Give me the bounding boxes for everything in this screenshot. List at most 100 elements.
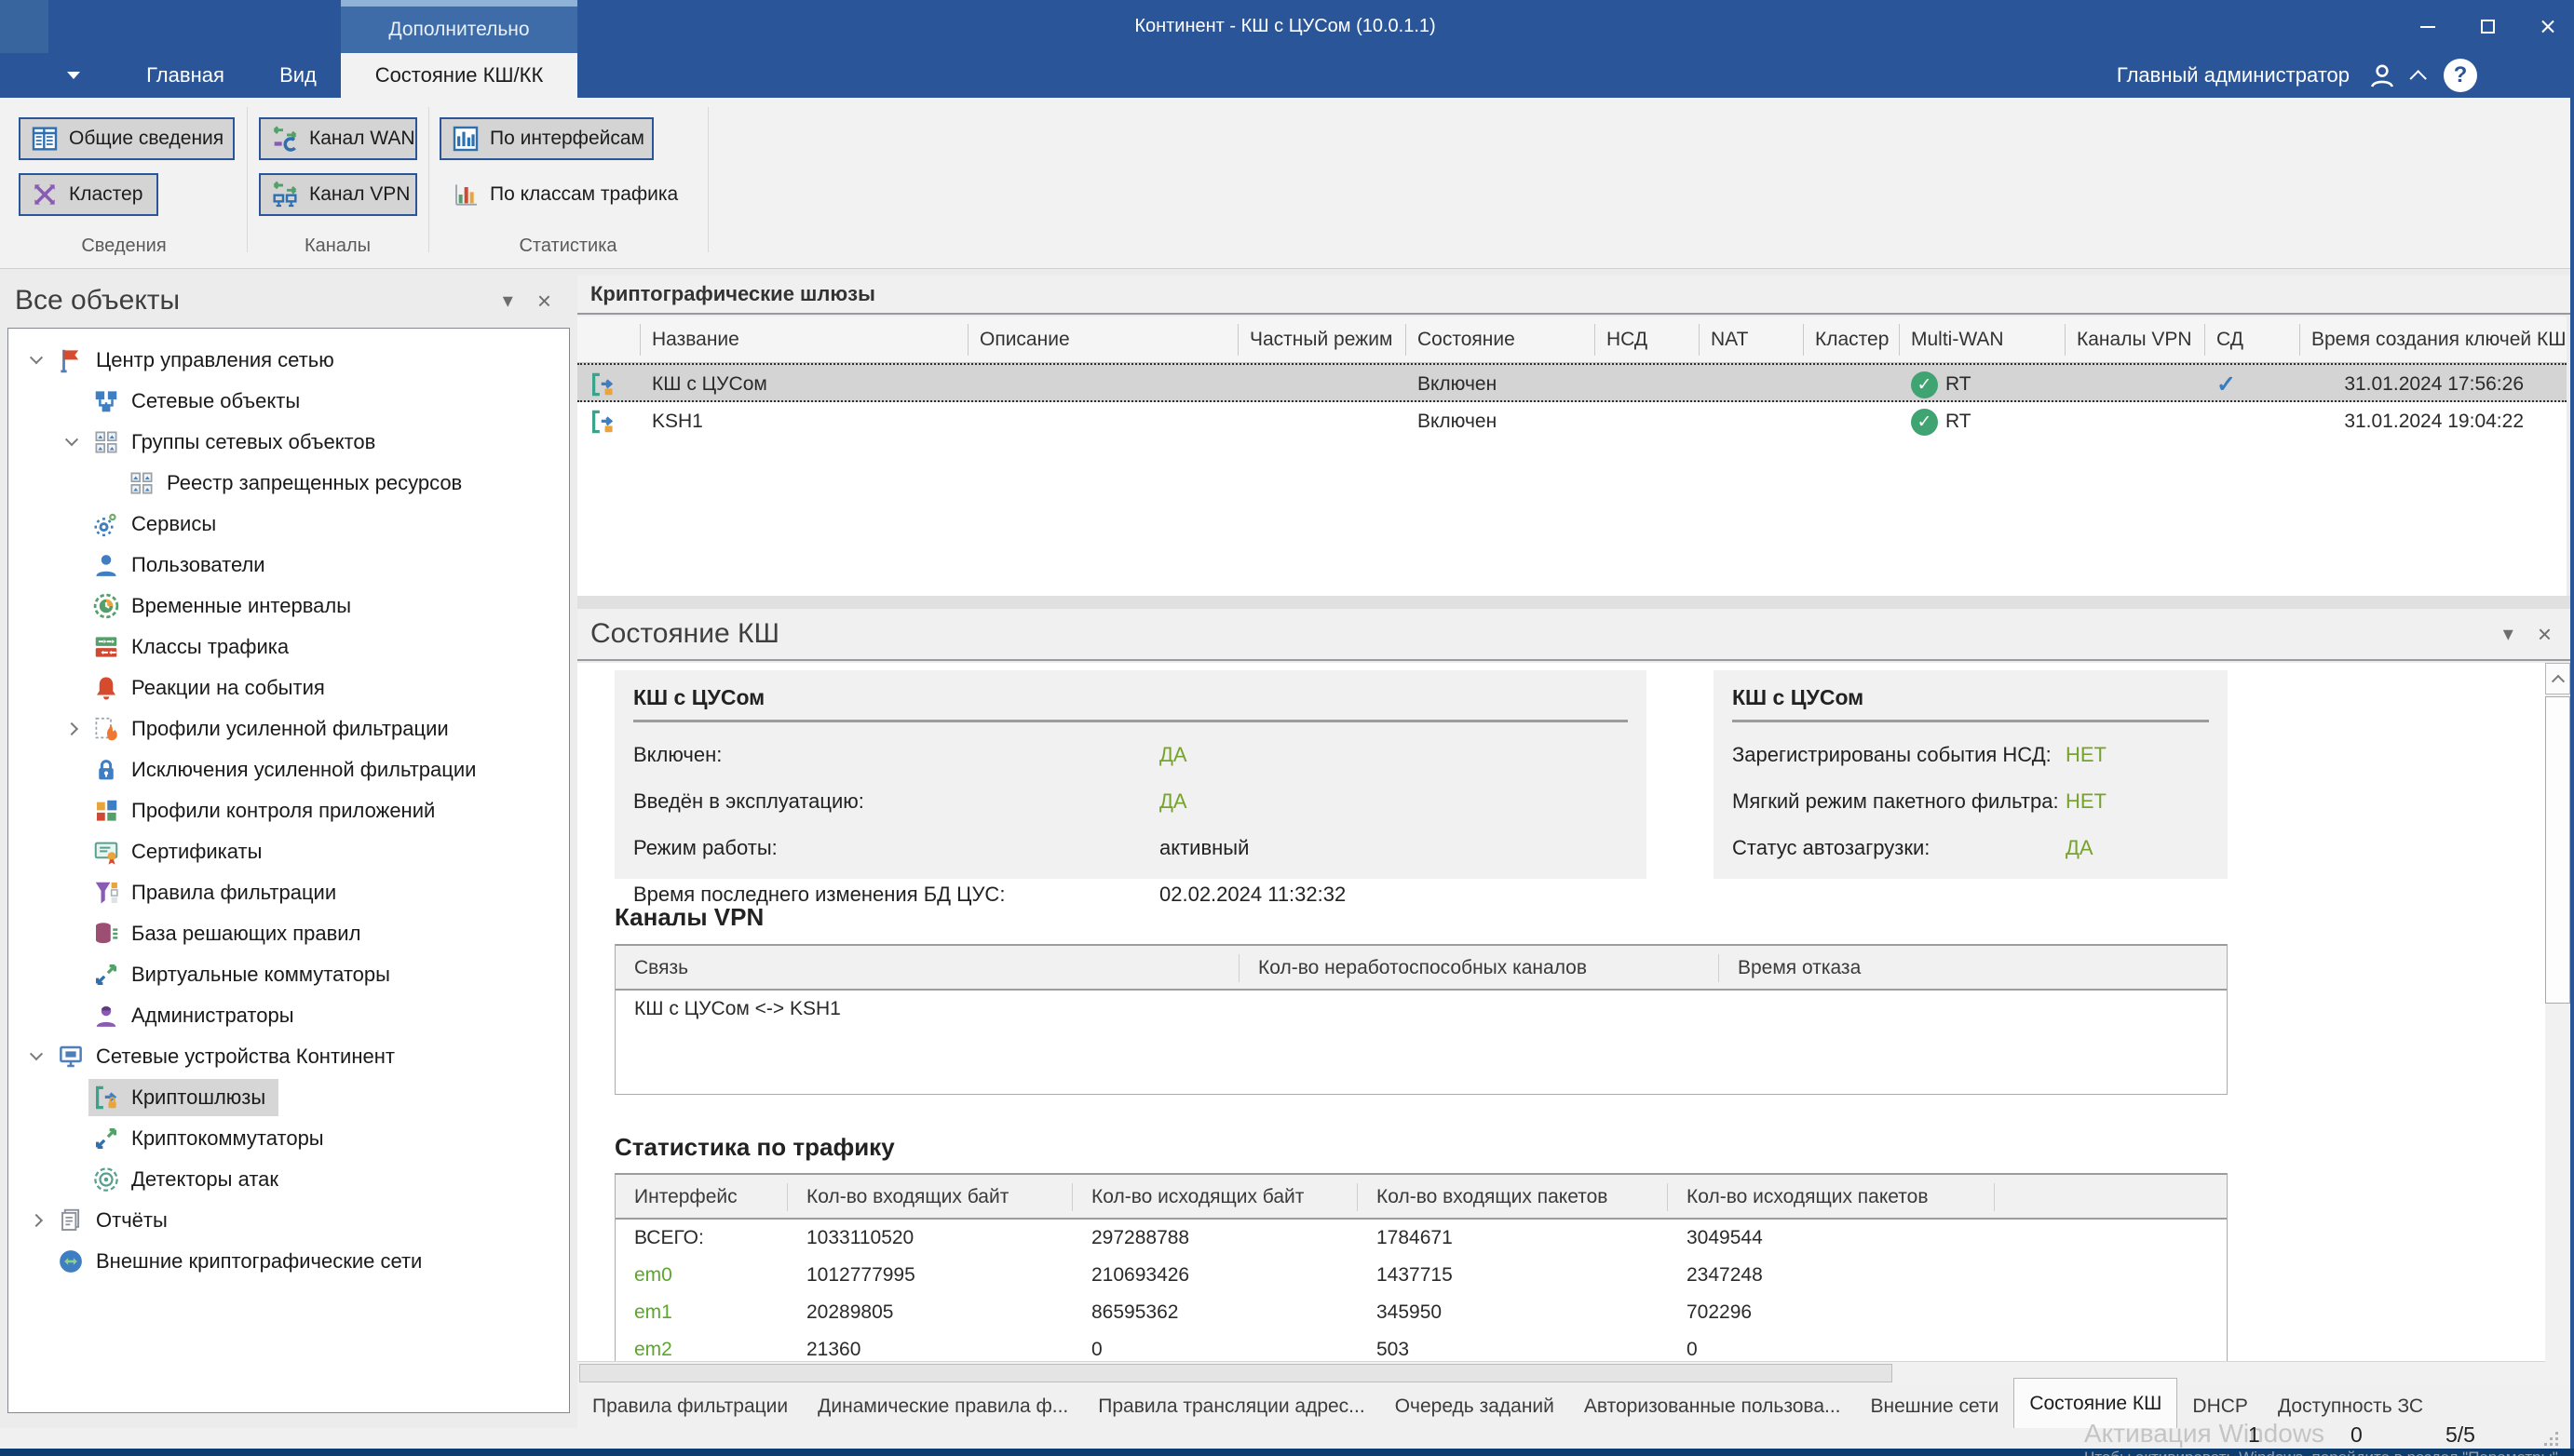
- tree-item-time-intervals[interactable]: Временные интервалы: [8, 586, 569, 627]
- expander-open-icon[interactable]: [20, 1036, 53, 1077]
- column-link[interactable]: Связь: [616, 954, 1240, 982]
- gateway-description: [969, 365, 1239, 404]
- tree-item-decision-rules-db[interactable]: База решающих правил: [8, 913, 569, 954]
- tree-item-control-center[interactable]: Центр управления сетью: [8, 340, 569, 381]
- account-menu[interactable]: Главный администратор: [2117, 53, 2477, 98]
- sidebar-header: Все объекты: [7, 276, 570, 326]
- expander-open-icon[interactable]: [20, 340, 53, 381]
- sidebar-close-icon[interactable]: [537, 287, 551, 316]
- tree-item-crypto-switches[interactable]: Криптокоммутаторы: [8, 1118, 569, 1159]
- vertical-scrollbar[interactable]: [2545, 663, 2570, 1385]
- chevron-up-icon[interactable]: [2409, 70, 2426, 87]
- column-fail-time[interactable]: Время отказа: [1719, 954, 2227, 982]
- tab-glavnaya[interactable]: Главная: [125, 53, 246, 98]
- tree-item-traffic-classes[interactable]: Классы трафика: [8, 627, 569, 667]
- tree-item-event-reactions[interactable]: Реакции на события: [8, 667, 569, 708]
- column-sd[interactable]: СД: [2205, 324, 2300, 356]
- gateway-row[interactable]: КШ с ЦУСом Включен RT 31.01.2024 17:56:2…: [577, 363, 2567, 402]
- column-nat[interactable]: NAT: [1700, 324, 1804, 356]
- in-packets: 1437715: [1358, 1257, 1668, 1294]
- tree-item-certificates[interactable]: Сертификаты: [8, 831, 569, 872]
- column-interface[interactable]: Интерфейс: [616, 1183, 788, 1211]
- groups-icon: [128, 469, 156, 497]
- column-name[interactable]: Название: [641, 324, 969, 356]
- tree-item-reports[interactable]: Отчёты: [8, 1200, 569, 1241]
- vpn-channel-button[interactable]: Канал VPN: [259, 173, 417, 216]
- resize-grip-icon[interactable]: [2544, 1432, 2559, 1447]
- gateway-vpn-channels: [2066, 365, 2205, 404]
- gateway-row[interactable]: KSH1 Включен RT 31.01.2024 19:04:22: [577, 402, 2567, 441]
- tree-item-network-objects[interactable]: Сетевые объекты: [8, 381, 569, 422]
- panel-collapse-icon[interactable]: [2503, 622, 2513, 646]
- column-icon[interactable]: [577, 324, 641, 356]
- traffic-row[interactable]: em1 20289805 86595362 345950 702296: [616, 1294, 2227, 1331]
- tree-item-external-crypto-networks[interactable]: Внешние криптографические сети: [8, 1241, 569, 1282]
- column-in-packets[interactable]: Кол-во входящих пакетов: [1358, 1183, 1668, 1211]
- expander-closed-icon[interactable]: [20, 1200, 53, 1241]
- panel-close-icon[interactable]: [2538, 620, 2552, 649]
- tab-vid[interactable]: Вид: [261, 53, 335, 98]
- cluster-button[interactable]: Кластер: [19, 173, 158, 216]
- tree-item-forbidden-resources[interactable]: Реестр запрещенных ресурсов: [8, 463, 569, 504]
- horizontal-scrollbar[interactable]: [577, 1361, 2545, 1385]
- tree-item-network-object-groups[interactable]: Группы сетевых объектов: [8, 422, 569, 463]
- tab-nat-rules[interactable]: Правила трансляции адрес...: [1083, 1385, 1379, 1428]
- tab-filtering-rules[interactable]: Правила фильтрации: [577, 1385, 803, 1428]
- quick-access-area[interactable]: [0, 0, 48, 53]
- traffic-row[interactable]: em0 1012777995 210693426 1437715 2347248: [616, 1257, 2227, 1294]
- by-traffic-classes-button[interactable]: По классам трафика: [440, 173, 691, 216]
- column-cluster[interactable]: Кластер: [1804, 324, 1900, 356]
- tree-item-app-control-profiles[interactable]: Профили контроля приложений: [8, 790, 569, 831]
- tab-external-networks[interactable]: Внешние сети: [1856, 1385, 2014, 1428]
- column-failed-count[interactable]: Кол-во неработоспособных каналов: [1240, 954, 1719, 982]
- windows-activation-watermark-line2: Чтобы активировать Windows, перейдите в …: [2084, 1449, 2563, 1456]
- tree-item-continent-devices[interactable]: Сетевые устройства Континент: [8, 1036, 569, 1077]
- tree-item-filtering-exceptions[interactable]: Исключения усиленной фильтрации: [8, 749, 569, 790]
- tree-item-services[interactable]: Сервисы: [8, 504, 569, 545]
- tree-item-attack-detectors[interactable]: Детекторы атак: [8, 1159, 569, 1200]
- column-description[interactable]: Описание: [969, 324, 1239, 356]
- maximize-button[interactable]: [2473, 13, 2501, 41]
- column-out-bytes[interactable]: Кол-во исходящих байт: [1073, 1183, 1358, 1211]
- tree-item-enhanced-filtering-profiles[interactable]: Профили усиленной фильтрации: [8, 708, 569, 749]
- help-icon[interactable]: [2444, 59, 2477, 92]
- gateway-status-card: КШ с ЦУСом Включен:ДА Введён в эксплуата…: [615, 670, 1646, 879]
- by-interfaces-button[interactable]: По интерфейсам: [440, 117, 654, 160]
- scrollbar-thumb[interactable]: [2545, 696, 2570, 1004]
- out-packets: 3049544: [1668, 1220, 1995, 1257]
- field-value: активный: [1159, 836, 1249, 860]
- scrollbar-thumb[interactable]: [579, 1364, 1892, 1382]
- column-in-bytes[interactable]: Кол-во входящих байт: [788, 1183, 1073, 1211]
- column-nsd[interactable]: НСД: [1595, 324, 1700, 356]
- tab-authorized-users[interactable]: Авторизованные пользова...: [1569, 1385, 1856, 1428]
- tree-item-crypto-gateways[interactable]: Криптошлюзы: [8, 1077, 569, 1118]
- tab-task-queue[interactable]: Очередь заданий: [1380, 1385, 1569, 1428]
- expander-closed-icon[interactable]: [55, 708, 88, 749]
- minimize-button[interactable]: [2414, 13, 2442, 41]
- tree-item-users[interactable]: Пользователи: [8, 545, 569, 586]
- sidebar-collapse-icon[interactable]: [503, 289, 513, 313]
- tab-dynamic-rules[interactable]: Динамические правила ф...: [803, 1385, 1083, 1428]
- panel-splitter[interactable]: [577, 596, 2574, 609]
- tree-item-filtering-rules[interactable]: Правила фильтрации: [8, 872, 569, 913]
- scroll-up-button[interactable]: [2545, 663, 2570, 694]
- menu-dropdown-icon[interactable]: [67, 72, 80, 79]
- traffic-row[interactable]: ВСЕГО: 1033110520 297288788 1784671 3049…: [616, 1220, 2227, 1257]
- general-info-button[interactable]: Общие сведения: [19, 117, 235, 160]
- contextual-tab-group[interactable]: Дополнительно: [341, 0, 577, 53]
- column-out-packets[interactable]: Кол-во исходящих пакетов: [1668, 1183, 1995, 1211]
- card-title: КШ с ЦУСом: [633, 685, 1628, 710]
- cluster-icon: [30, 180, 60, 209]
- column-keys-time[interactable]: Время создания ключей КШ: [2300, 324, 2567, 356]
- tree-item-virtual-switches[interactable]: Виртуальные коммутаторы: [8, 954, 569, 995]
- column-vpn-channels[interactable]: Каналы VPN: [2066, 324, 2205, 356]
- column-state[interactable]: Состояние: [1406, 324, 1595, 356]
- expander-open-icon[interactable]: [55, 422, 88, 463]
- close-button[interactable]: [2533, 13, 2561, 41]
- wan-channel-button[interactable]: Канал WAN: [259, 117, 417, 160]
- column-multiwan[interactable]: Multi-WAN: [1900, 324, 2066, 356]
- tab-sostoyanie-ksh-kk[interactable]: Состояние КШ/КК: [341, 53, 577, 98]
- vpn-row[interactable]: КШ с ЦУСом <-> KSH1: [616, 991, 2227, 1028]
- tree-item-administrators[interactable]: Администраторы: [8, 995, 569, 1036]
- column-private-mode[interactable]: Частный режим: [1239, 324, 1406, 356]
